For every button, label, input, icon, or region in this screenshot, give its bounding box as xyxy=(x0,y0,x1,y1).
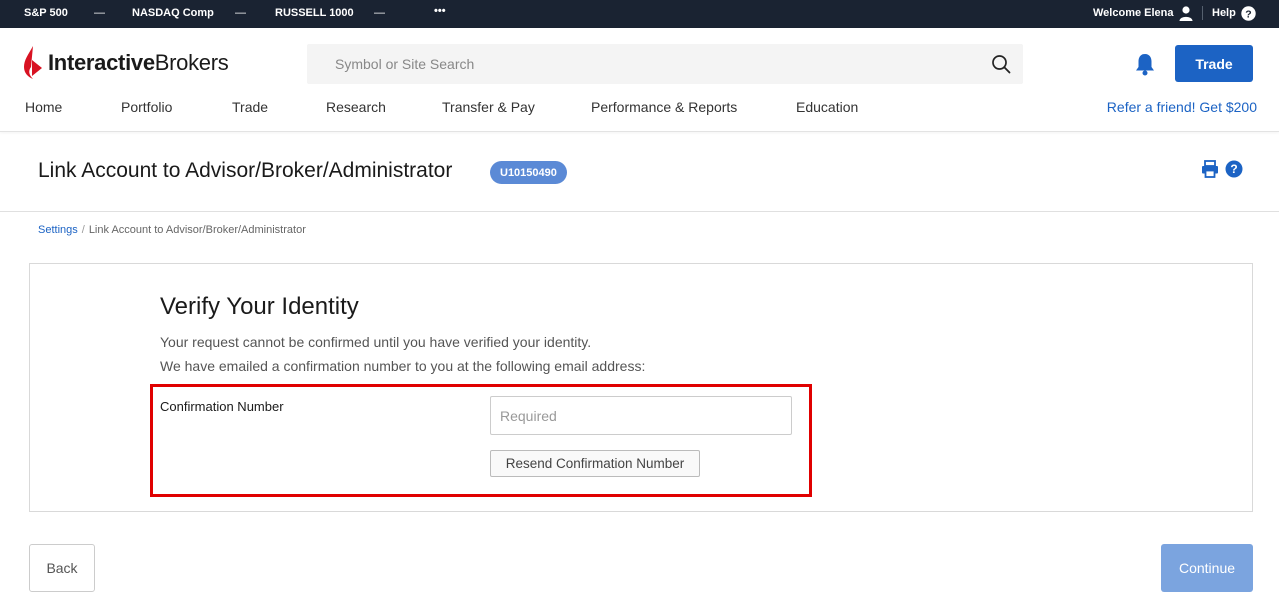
ticker-russell-value: — xyxy=(374,7,385,19)
svg-text:?: ? xyxy=(1245,8,1251,20)
breadcrumb-separator: / xyxy=(81,224,85,236)
page-help-icon[interactable]: ? xyxy=(1225,160,1243,178)
page-title-bar: Link Account to Advisor/Broker/Administr… xyxy=(0,133,1279,212)
verify-identity-panel: Verify Your Identity Your request cannot… xyxy=(29,263,1253,512)
account-id-badge: U10150490 xyxy=(490,161,567,184)
nav-trade[interactable]: Trade xyxy=(232,99,268,115)
ticker-sp500-name[interactable]: S&P 500 xyxy=(24,7,68,19)
welcome-text[interactable]: Welcome Elena xyxy=(1093,7,1174,19)
nav-home[interactable]: Home xyxy=(25,99,62,115)
nav-portfolio[interactable]: Portfolio xyxy=(121,99,172,115)
back-button[interactable]: Back xyxy=(29,544,95,592)
nav-transfer-pay[interactable]: Transfer & Pay xyxy=(442,99,535,115)
interactive-brokers-logo[interactable]: InteractiveBrokers xyxy=(24,46,229,80)
continue-button[interactable]: Continue xyxy=(1161,544,1253,592)
verify-identity-heading: Verify Your Identity xyxy=(160,293,359,320)
svg-text:?: ? xyxy=(1230,162,1237,176)
site-search-box[interactable] xyxy=(307,44,1023,84)
search-input[interactable] xyxy=(335,44,975,84)
ticker-nasdaq-name[interactable]: NASDAQ Comp xyxy=(132,7,214,19)
user-icon[interactable] xyxy=(1178,5,1194,21)
verify-instruction-2: We have emailed a confirmation number to… xyxy=(160,358,646,374)
market-ticker-bar: S&P 500 — NASDAQ Comp — RUSSELL 1000 — •… xyxy=(0,0,1279,28)
ticker-divider xyxy=(1202,6,1203,20)
ticker-russell-name[interactable]: RUSSELL 1000 xyxy=(275,7,354,19)
breadcrumb-current: Link Account to Advisor/Broker/Administr… xyxy=(88,224,306,236)
help-link[interactable]: Help xyxy=(1212,7,1236,19)
ticker-nasdaq-value: — xyxy=(235,7,246,19)
refer-friend-link[interactable]: Refer a friend! Get $200 xyxy=(1107,99,1257,115)
confirmation-number-label: Confirmation Number xyxy=(160,399,284,414)
page-title: Link Account to Advisor/Broker/Administr… xyxy=(38,159,453,182)
trade-button[interactable]: Trade xyxy=(1175,45,1253,82)
nav-performance-reports[interactable]: Performance & Reports xyxy=(591,99,737,115)
resend-confirmation-button[interactable]: Resend Confirmation Number xyxy=(490,450,700,477)
search-icon[interactable] xyxy=(991,54,1011,74)
notifications-bell-icon[interactable] xyxy=(1134,52,1156,76)
main-header: InteractiveBrokers Trade Home Portfolio … xyxy=(0,28,1279,132)
confirmation-number-input[interactable] xyxy=(490,396,792,435)
ticker-more-menu[interactable]: ••• xyxy=(434,5,446,17)
logo-flame-icon xyxy=(24,46,42,79)
print-icon[interactable] xyxy=(1201,160,1219,178)
nav-education[interactable]: Education xyxy=(796,99,858,115)
nav-research[interactable]: Research xyxy=(326,99,386,115)
breadcrumb-settings-link[interactable]: Settings xyxy=(38,224,78,236)
logo-wordmark: InteractiveBrokers xyxy=(48,50,229,75)
verify-instruction-1: Your request cannot be confirmed until y… xyxy=(160,334,592,350)
breadcrumb: Settings / Link Account to Advisor/Broker/… xyxy=(38,224,306,236)
ticker-sp500-value: — xyxy=(94,7,105,19)
help-circle-icon[interactable]: ? xyxy=(1241,6,1256,21)
